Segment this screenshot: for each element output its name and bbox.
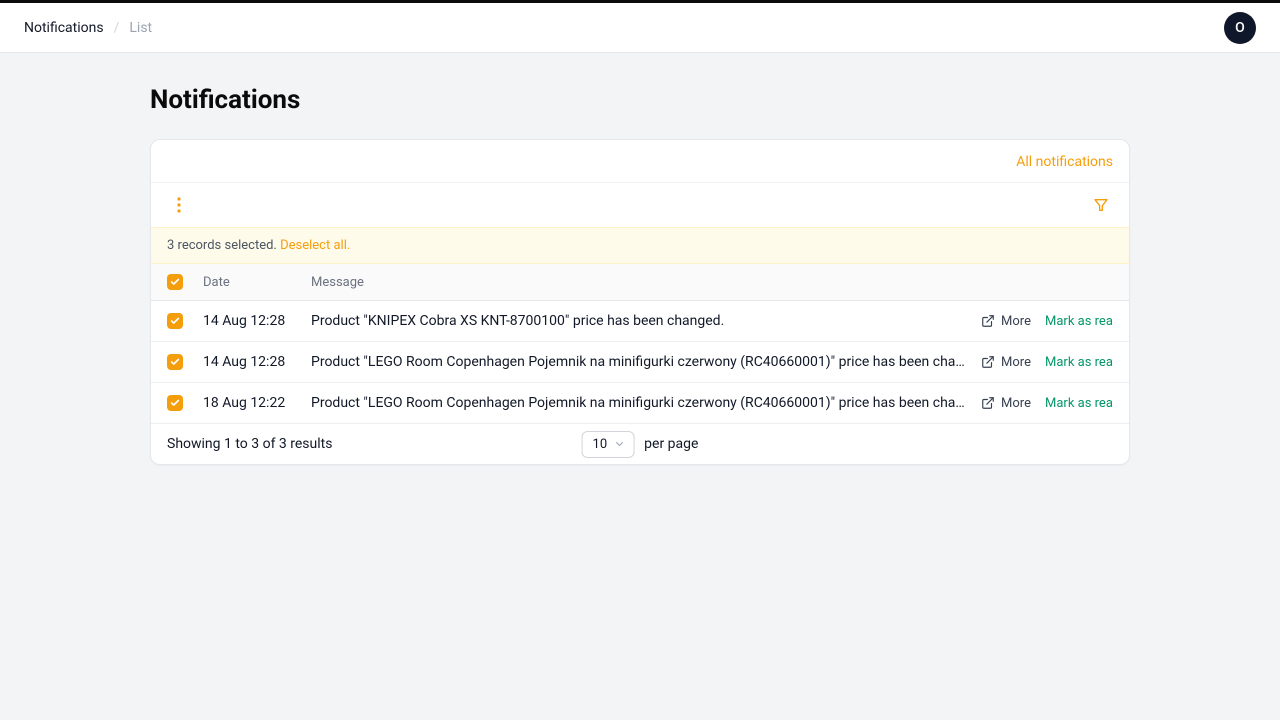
- mark-as-read-link[interactable]: Mark as read: [1045, 314, 1113, 329]
- chevron-down-icon: [613, 438, 625, 450]
- column-header-date: Date: [203, 275, 311, 290]
- mark-as-read-link[interactable]: Mark as read: [1045, 396, 1113, 411]
- external-link-icon: [981, 314, 995, 328]
- selection-bar: 3 records selected. Deselect all.: [151, 227, 1129, 264]
- breadcrumb-separator: /: [114, 20, 120, 36]
- breadcrumb-leaf: List: [129, 20, 152, 36]
- breadcrumb-root[interactable]: Notifications: [24, 20, 104, 36]
- table-row: 18 Aug 12:22 Product "LEGO Room Copenhag…: [151, 383, 1129, 424]
- table-footer: Showing 1 to 3 of 3 results 10 per page: [151, 424, 1129, 464]
- more-label: More: [1001, 396, 1031, 411]
- more-label: More: [1001, 355, 1031, 370]
- row-message: Product "LEGO Room Copenhagen Pojemnik n…: [311, 354, 981, 370]
- row-message: Product "LEGO Room Copenhagen Pojemnik n…: [311, 395, 981, 411]
- tab-all-notifications[interactable]: All notifications: [1016, 154, 1113, 170]
- more-link[interactable]: More: [981, 396, 1031, 411]
- avatar[interactable]: O: [1224, 12, 1256, 44]
- external-link-icon: [981, 396, 995, 410]
- row-date: 14 Aug 12:28: [203, 313, 311, 329]
- header-bar: Notifications / List O: [0, 3, 1280, 53]
- per-page-value: 10: [593, 437, 608, 452]
- notifications-card: All notifications 3 records selected. De…: [150, 139, 1130, 465]
- table-row: 14 Aug 12:28 Product "LEGO Room Copenhag…: [151, 342, 1129, 383]
- mark-as-read-link[interactable]: Mark as read: [1045, 355, 1113, 370]
- select-all-checkbox[interactable]: [167, 274, 183, 290]
- row-checkbox[interactable]: [167, 395, 183, 411]
- selection-count: 3 records selected.: [167, 238, 277, 253]
- external-link-icon: [981, 355, 995, 369]
- row-date: 14 Aug 12:28: [203, 354, 311, 370]
- page-title: Notifications: [150, 85, 1130, 115]
- table-header: Date Message: [151, 264, 1129, 301]
- deselect-all-link[interactable]: Deselect all.: [280, 238, 350, 253]
- more-link[interactable]: More: [981, 314, 1031, 329]
- more-label: More: [1001, 314, 1031, 329]
- breadcrumb: Notifications / List: [24, 20, 152, 36]
- per-page-select[interactable]: 10: [582, 431, 635, 458]
- more-link[interactable]: More: [981, 355, 1031, 370]
- bulk-actions-menu-icon[interactable]: [167, 193, 191, 217]
- filter-icon[interactable]: [1089, 193, 1113, 217]
- per-page-label: per page: [644, 436, 698, 452]
- row-date: 18 Aug 12:22: [203, 395, 311, 411]
- row-checkbox[interactable]: [167, 313, 183, 329]
- row-message: Product "KNIPEX Cobra XS KNT-8700100" pr…: [311, 313, 981, 329]
- column-header-message: Message: [311, 275, 1113, 290]
- table-row: 14 Aug 12:28 Product "KNIPEX Cobra XS KN…: [151, 301, 1129, 342]
- card-tabs: All notifications: [151, 140, 1129, 183]
- row-checkbox[interactable]: [167, 354, 183, 370]
- results-summary: Showing 1 to 3 of 3 results: [167, 436, 332, 452]
- page-content: Notifications All notifications 3 record…: [150, 53, 1130, 505]
- card-toolbar: [151, 183, 1129, 227]
